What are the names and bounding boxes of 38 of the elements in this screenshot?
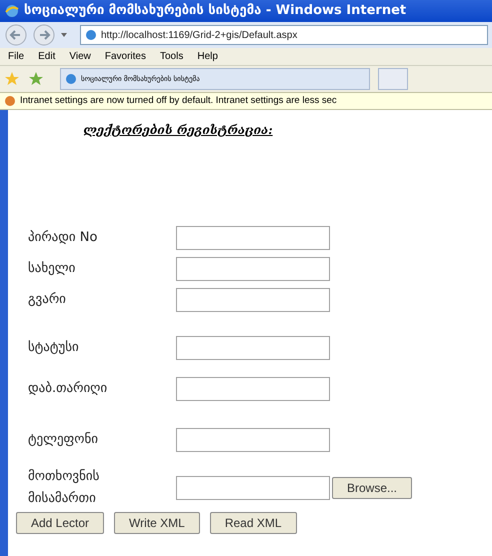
menu-item[interactable]: Edit: [38, 49, 56, 64]
add-favorite-icon[interactable]: [28, 71, 44, 87]
form-button[interactable]: Write XML: [114, 512, 200, 534]
field-label: მოთხოვნის მისამართი: [28, 468, 100, 508]
field-label: სტატუსი: [28, 339, 80, 357]
menu-item[interactable]: View: [69, 49, 91, 64]
form-button[interactable]: Add Lector: [16, 512, 104, 534]
new-tab-button[interactable]: [378, 68, 408, 90]
info-text: Intranet settings are now turned off by default. Intranet settings are less sec: [20, 94, 337, 108]
url-text: http://localhost:1169/Grid-2+gis/Default.aspx: [101, 28, 298, 42]
input-field[interactable]: [176, 257, 330, 281]
file-path-field[interactable]: [176, 476, 330, 500]
dropdown-icon[interactable]: [60, 32, 68, 38]
menu-item[interactable]: File: [8, 49, 24, 64]
input-field[interactable]: [176, 428, 330, 452]
form-heading: ლექტორების რეგისტრაცია:: [83, 123, 273, 137]
form-button[interactable]: Read XML: [210, 512, 297, 534]
input-field[interactable]: [176, 226, 330, 250]
page-icon: [65, 73, 77, 85]
field-label: სახელი: [28, 260, 76, 278]
forward-button[interactable]: [32, 24, 56, 46]
window-title: სოციალური მომსახურების სისტემა - Windows Internet: [24, 2, 406, 20]
menu-item[interactable]: Tools: [160, 49, 184, 64]
menu-item[interactable]: Favorites: [104, 49, 146, 64]
input-field[interactable]: [176, 336, 330, 360]
browse-button[interactable]: Browse...: [332, 477, 412, 499]
field-label: პირადი No: [28, 229, 98, 247]
field-label: დაბ.თარიღი: [28, 380, 108, 398]
input-field[interactable]: [176, 377, 330, 401]
back-button[interactable]: [4, 24, 28, 46]
star-icon[interactable]: [4, 71, 20, 87]
address-field[interactable]: http://localhost:1169/Grid-2+gis/Default.aspx: [80, 25, 488, 45]
page-icon: [85, 29, 97, 41]
browser-icon: [4, 3, 20, 19]
input-field[interactable]: [176, 288, 330, 312]
field-label: გვარი: [28, 291, 67, 309]
menu-item[interactable]: Help: [197, 49, 218, 64]
field-label: ტელეფონი: [28, 431, 100, 449]
